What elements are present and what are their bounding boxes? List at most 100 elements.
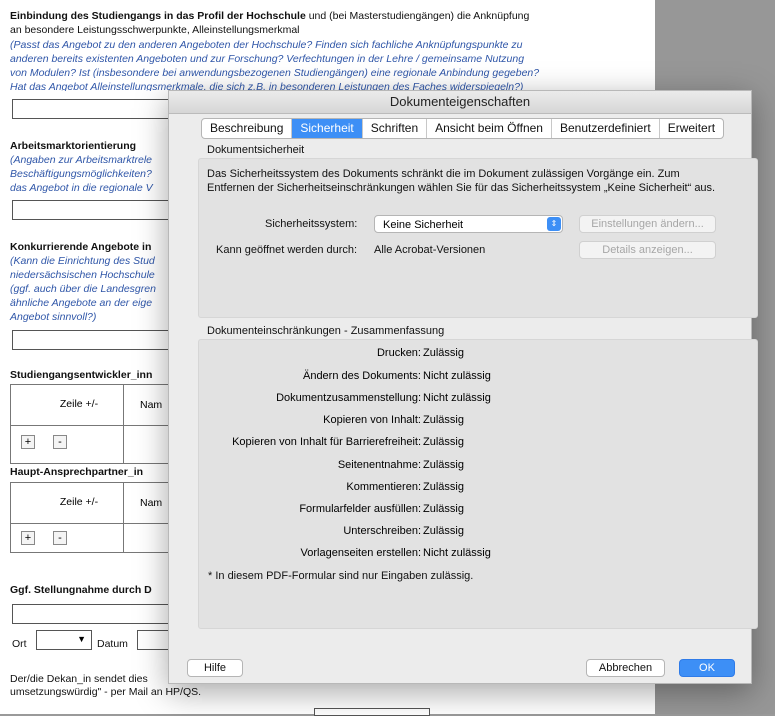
summary-row: Kommentieren: Zulässig <box>199 479 719 495</box>
summary-key: Ändern des Dokuments: <box>302 370 421 382</box>
summary-key: Seitenentnahme: <box>337 459 421 471</box>
security-system-select[interactable]: Keine Sicherheit ⇕ <box>374 215 563 233</box>
table-header-row: Zeile +/- Nam <box>11 385 169 426</box>
statement-input[interactable] <box>12 604 172 624</box>
summary-value: Zulässig <box>423 414 464 426</box>
summary-row: Kopieren von Inhalt: Zulässig <box>199 412 719 428</box>
table-header-row: Zeile +/- Nam <box>11 483 169 524</box>
hint-text: Angebot sinnvoll?) <box>10 311 97 323</box>
remove-row-button[interactable]: - <box>53 531 67 545</box>
section-profile-heading: Einbindung des Studiengangs in das Profi… <box>10 10 530 22</box>
hint-text: anderen bereits existenten Angeboten und… <box>10 53 525 65</box>
summary-key: Unterschreiben: <box>343 525 421 537</box>
labor-market-input[interactable] <box>12 200 172 220</box>
chevron-updown-icon: ⇕ <box>547 217 561 231</box>
table-row: + - <box>11 524 169 552</box>
contacts-table: Zeile +/- Nam + - <box>10 482 170 553</box>
profile-input[interactable] <box>12 99 172 119</box>
footer-text: Der/die Dekan_in sendet dies <box>10 673 148 685</box>
competing-input[interactable] <box>12 330 172 350</box>
hint-text: das Angebot in die regionale V <box>10 182 153 194</box>
hint-text: Beschäftigungsmöglichkeiten? <box>10 168 152 180</box>
section-contact-heading: Haupt-Ansprechpartner_in <box>10 466 144 478</box>
summary-key: Dokumentzusammenstellung: <box>276 392 421 404</box>
summary-key: Formularfelder ausfüllen: <box>299 503 421 515</box>
section-labor-market-heading: Arbeitsmarktorientierung <box>10 140 137 152</box>
summary-row: Drucken: Zulässig <box>199 345 719 361</box>
add-row-button[interactable]: + <box>21 531 35 545</box>
chevron-down-icon: ▼ <box>77 634 86 644</box>
hint-text: (ggf. auch über die Landesgren <box>10 283 156 295</box>
ort-label: Ort <box>12 638 27 650</box>
table-row: + - <box>11 426 169 463</box>
summary-key: Kommentieren: <box>346 481 421 493</box>
add-row-button[interactable]: + <box>21 435 35 449</box>
summary-row: Seitenentnahme: Zulässig <box>199 457 719 473</box>
change-settings-button[interactable]: Einstellungen ändern... <box>579 215 716 233</box>
security-description: Das Sicherheitssystem des Dokuments schr… <box>207 168 716 194</box>
tab-bar: Beschreibung Sicherheit Schriften Ansich… <box>201 118 725 139</box>
table-cell <box>123 524 140 552</box>
hint-text: von Modulen? Ist (insbesondere bei anwen… <box>10 67 540 79</box>
summary-row: Dokumentzusammenstellung: Nicht zulässig <box>199 390 719 406</box>
tab-erweitert[interactable]: Erweitert <box>660 119 723 138</box>
hint-text: ähnliche Angebote an der eige <box>10 297 153 309</box>
summary-row: Ändern des Dokuments: Nicht zulässig <box>199 368 719 384</box>
security-system-value: Keine Sicherheit <box>383 219 464 231</box>
summary-value: Nicht zulässig <box>423 392 491 404</box>
ort-dropdown[interactable]: ▼ <box>36 630 92 650</box>
summary-value: Nicht zulässig <box>423 547 491 559</box>
summary-key: Vorlagenseiten erstellen: <box>300 547 421 559</box>
summary-row: Formularfelder ausfüllen: Zulässig <box>199 501 719 517</box>
summary-value: Zulässig <box>423 503 464 515</box>
ok-button[interactable]: OK <box>679 659 735 677</box>
summary-key: Kopieren von Inhalt: <box>323 414 421 426</box>
cancel-button[interactable]: Abbrechen <box>586 659 665 677</box>
datum-input[interactable] <box>137 630 172 650</box>
opened-by-value: Alle Acrobat-Versionen <box>374 244 486 256</box>
section-profile-subheading: an besondere Leistungsschwerpunkte, Alle… <box>10 24 300 36</box>
tab-sicherheit[interactable]: Sicherheit <box>292 119 363 138</box>
summary-key: Drucken: <box>376 347 421 359</box>
hint-text: (Passt das Angebot zu den anderen Angebo… <box>10 39 523 51</box>
summary-row: Vorlagenseiten erstellen: Nicht zulässig <box>199 545 719 561</box>
summary-value: Nicht zulässig <box>423 370 491 382</box>
remove-row-button[interactable]: - <box>53 435 67 449</box>
tab-benutzerdefiniert[interactable]: Benutzerdefiniert <box>552 119 660 138</box>
tab-beschreibung[interactable]: Beschreibung <box>202 119 293 138</box>
summary-row: Unterschreiben: Zulässig <box>199 523 719 539</box>
help-button[interactable]: Hilfe <box>187 659 243 677</box>
summary-value: Zulässig <box>423 436 464 448</box>
security-heading: Dokumentsicherheit <box>207 144 305 156</box>
opened-by-label: Kann geöffnet werden durch: <box>216 244 358 256</box>
tab-schriften[interactable]: Schriften <box>363 119 428 138</box>
footer-text: umsetzungswürdig" - per Mail an HP/QS. <box>10 686 202 698</box>
summary-heading: Dokumenteinschränkungen - Zusammenfassun… <box>207 325 445 337</box>
section-statement-heading: Ggf. Stellungnahme durch D <box>10 584 152 596</box>
column-header-name: Nam <box>123 385 162 425</box>
document-properties-dialog: Dokumenteigenschaften Beschreibung Siche… <box>168 90 758 684</box>
submit-button[interactable] <box>314 708 430 716</box>
developers-table: Zeile +/- Nam + - <box>10 384 170 464</box>
section-developers-heading: Studiengangsentwickler_inn <box>10 369 153 381</box>
summary-key: Kopieren von Inhalt für Barrierefreiheit… <box>232 436 421 448</box>
datum-label: Datum <box>97 638 128 650</box>
show-details-button[interactable]: Details anzeigen... <box>579 241 716 259</box>
column-header-name: Nam <box>123 483 162 523</box>
hint-text: niedersächsischen Hochschule <box>10 269 155 281</box>
column-header-row: Zeile +/- <box>59 496 99 508</box>
column-header-row: Zeile +/- <box>59 398 99 410</box>
summary-value: Zulässig <box>423 525 464 537</box>
hint-text: (Kann die Einrichtung des Stud <box>10 255 155 267</box>
summary-value: Zulässig <box>423 481 464 493</box>
hint-text: (Angaben zur Arbeitsmarktrele <box>10 154 153 166</box>
security-system-label: Sicherheitssystem: <box>265 218 358 230</box>
tab-ansicht[interactable]: Ansicht beim Öffnen <box>427 119 552 138</box>
table-cell <box>123 426 140 463</box>
section-competing-heading: Konkurrierende Angebote in <box>10 241 152 253</box>
summary-row: Kopieren von Inhalt für Barrierefreiheit… <box>199 434 719 450</box>
dialog-title: Dokumenteigenschaften <box>169 91 751 114</box>
form-note: * In diesem PDF-Formular sind nur Eingab… <box>208 570 474 582</box>
summary-value: Zulässig <box>423 347 464 359</box>
summary-value: Zulässig <box>423 459 464 471</box>
